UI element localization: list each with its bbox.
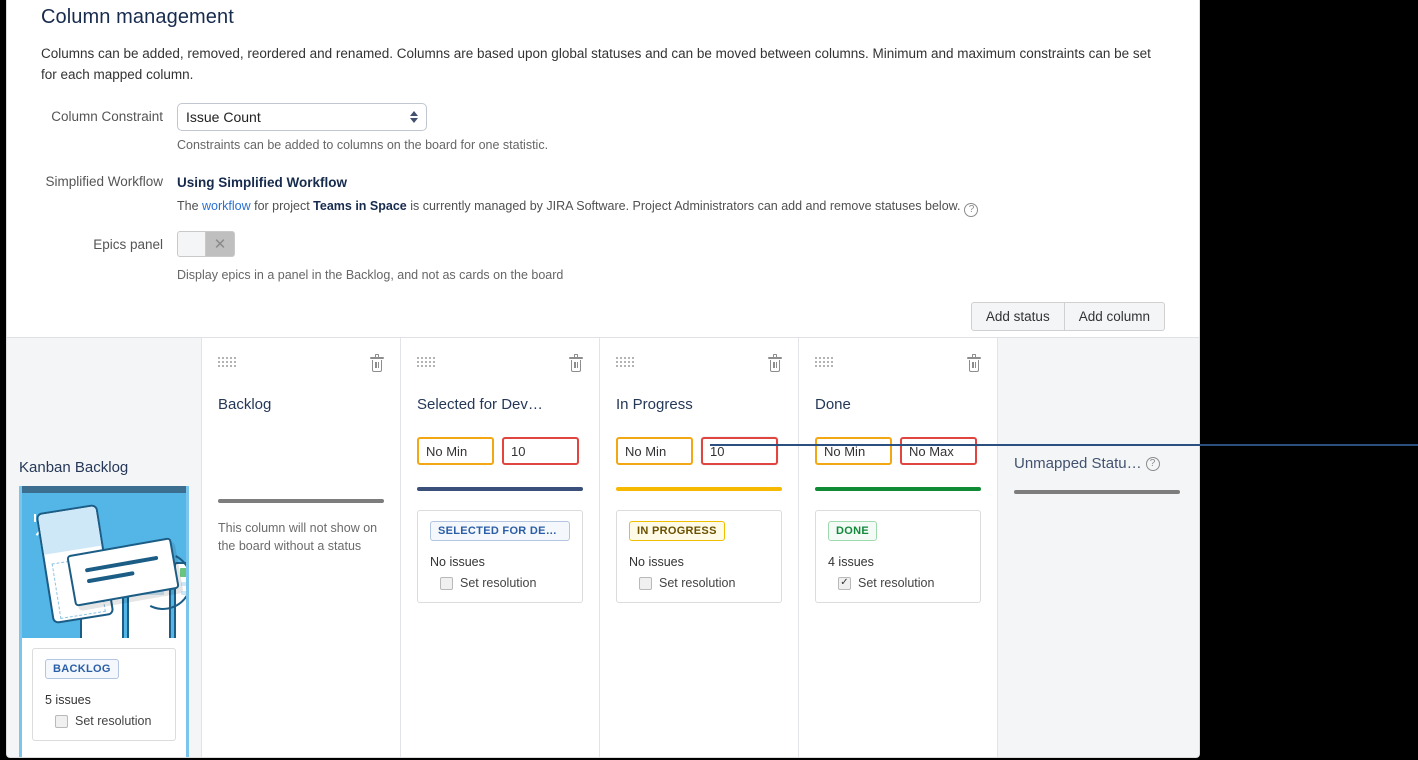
set-resolution-checkbox[interactable] <box>55 715 68 728</box>
board-actions: Add status Add column <box>25 284 1181 345</box>
status-badge: IN PROGRESS <box>629 521 725 541</box>
status-issue-count: No issues <box>430 555 570 569</box>
set-resolution-row[interactable]: Set resolution <box>45 714 163 728</box>
drag-handle-icon[interactable] <box>815 357 837 370</box>
status-issue-count: 4 issues <box>828 555 968 569</box>
column-in-progress: In Progress IN PROGRESS No issues Set re… <box>600 338 799 757</box>
column-unmapped-statuses: Unmapped Statu… ? <box>998 338 1199 757</box>
min-constraint-input[interactable] <box>417 437 494 465</box>
kanban-backlog-illustration <box>22 486 186 638</box>
set-resolution-checkbox[interactable] <box>639 577 652 590</box>
kanban-backlog-title: Kanban Backlog <box>19 338 189 486</box>
status-card[interactable]: BACKLOG 5 issues Set resolution <box>32 648 176 741</box>
column-constraint-hint: Constraints can be added to columns on t… <box>177 137 1181 154</box>
page-intro: Columns can be added, removed, reordered… <box>25 43 1181 85</box>
epics-panel-hint: Display epics in a panel in the Backlog,… <box>177 267 1181 284</box>
page-title: Column management <box>25 0 1181 43</box>
simplified-workflow-row: Simplified Workflow Using Simplified Wor… <box>25 172 1181 217</box>
set-resolution-label: Set resolution <box>460 576 536 590</box>
set-resolution-row[interactable]: ✓ Set resolution <box>828 576 968 590</box>
simplified-workflow-label: Simplified Workflow <box>25 172 177 189</box>
set-resolution-label: Set resolution <box>659 576 735 590</box>
status-card[interactable]: DONE 4 issues ✓ Set resolution <box>815 510 981 603</box>
status-issue-count: No issues <box>629 555 769 569</box>
question-circle-icon[interactable]: ? <box>964 203 978 217</box>
trash-icon[interactable] <box>370 357 384 373</box>
max-constraint-input[interactable] <box>701 437 778 465</box>
column-name[interactable]: In Progress <box>616 396 782 413</box>
wf-desc-suffix: is currently managed by JIRA Software. P… <box>407 199 961 213</box>
add-column-button[interactable]: Add column <box>1065 302 1165 331</box>
column-selected-for-development: Selected for Dev… SELECTED FOR DEV… No i… <box>401 338 600 757</box>
drag-handle-icon[interactable] <box>616 357 638 370</box>
min-constraint-input[interactable] <box>815 437 892 465</box>
set-resolution-checkbox[interactable]: ✓ <box>838 577 851 590</box>
column-constraint-row: Column Constraint Issue Count Constraint… <box>25 103 1181 154</box>
column-done: Done DONE 4 issues ✓ Set resolution <box>799 338 998 757</box>
column-name[interactable]: Done <box>815 396 981 413</box>
status-card[interactable]: SELECTED FOR DEV… No issues Set resoluti… <box>417 510 583 603</box>
add-status-button[interactable]: Add status <box>971 302 1065 331</box>
unmapped-statuses-label: Unmapped Statu… <box>1014 455 1142 472</box>
question-circle-icon[interactable]: ? <box>1146 457 1160 471</box>
kanban-backlog-column: Kanban Backlog BACKLOG 5 issue <box>7 338 202 757</box>
status-card[interactable]: IN PROGRESS No issues Set resolution <box>616 510 782 603</box>
max-constraint-input[interactable] <box>900 437 977 465</box>
set-resolution-row[interactable]: Set resolution <box>430 576 570 590</box>
board-columns: Kanban Backlog BACKLOG 5 issue <box>7 337 1199 757</box>
column-backlog: Backlog This column will not show on the… <box>202 338 401 757</box>
column-constraints <box>616 437 782 465</box>
unmapped-statuses-title: Unmapped Statu… ? <box>1014 455 1183 472</box>
column-empty-note: This column will not show on the board w… <box>218 519 384 555</box>
column-color-bar <box>616 487 782 491</box>
trash-icon[interactable] <box>569 357 583 373</box>
kanban-backlog-card: BACKLOG 5 issues Set resolution <box>19 486 189 758</box>
column-name[interactable]: Selected for Dev… <box>417 396 583 413</box>
status-issue-count: 5 issues <box>45 693 163 707</box>
column-management-card: Column management Columns can be added, … <box>6 0 1200 758</box>
set-resolution-label: Set resolution <box>75 714 151 728</box>
close-icon: ✕ <box>206 232 234 256</box>
column-color-bar <box>417 487 583 491</box>
status-badge: SELECTED FOR DEV… <box>430 521 570 541</box>
column-constraints <box>417 437 583 465</box>
column-name[interactable]: Backlog <box>218 396 384 413</box>
max-constraint-input[interactable] <box>502 437 579 465</box>
drag-handle-icon[interactable] <box>417 357 439 370</box>
column-constraints <box>815 437 981 465</box>
set-resolution-label: Set resolution <box>858 576 934 590</box>
selection-line <box>710 444 1418 446</box>
column-color-bar <box>218 499 384 503</box>
screen: Column management Columns can be added, … <box>0 0 1418 760</box>
workflow-link[interactable]: workflow <box>202 199 251 213</box>
set-resolution-checkbox[interactable] <box>440 577 453 590</box>
trash-icon[interactable] <box>768 357 782 373</box>
drag-handle-icon[interactable] <box>218 357 240 370</box>
simplified-workflow-description: The workflow for project Teams in Space … <box>177 198 1181 217</box>
epics-panel-row: Epics panel ✕ Display epics in a panel i… <box>25 231 1181 284</box>
settings-section: Column management Columns can be added, … <box>7 0 1199 345</box>
column-constraint-select-wrap: Issue Count <box>177 103 427 131</box>
wf-desc-prefix: The <box>177 199 202 213</box>
status-badge: BACKLOG <box>45 659 119 679</box>
unmapped-color-bar <box>1014 490 1180 494</box>
toggle-knob <box>178 232 206 256</box>
epics-panel-label: Epics panel <box>25 231 177 252</box>
set-resolution-row[interactable]: Set resolution <box>629 576 769 590</box>
column-constraint-select[interactable]: Issue Count <box>177 103 427 131</box>
min-constraint-input[interactable] <box>616 437 693 465</box>
action-button-group: Add status Add column <box>971 302 1165 331</box>
epics-panel-toggle[interactable]: ✕ <box>177 231 235 257</box>
column-constraint-label: Column Constraint <box>25 103 177 124</box>
simplified-workflow-heading: Using Simplified Workflow <box>177 172 1181 190</box>
trash-icon[interactable] <box>967 357 981 373</box>
project-name: Teams in Space <box>313 199 407 213</box>
column-color-bar <box>815 487 981 491</box>
status-badge: DONE <box>828 521 877 541</box>
wf-desc-mid: for project <box>251 199 314 213</box>
